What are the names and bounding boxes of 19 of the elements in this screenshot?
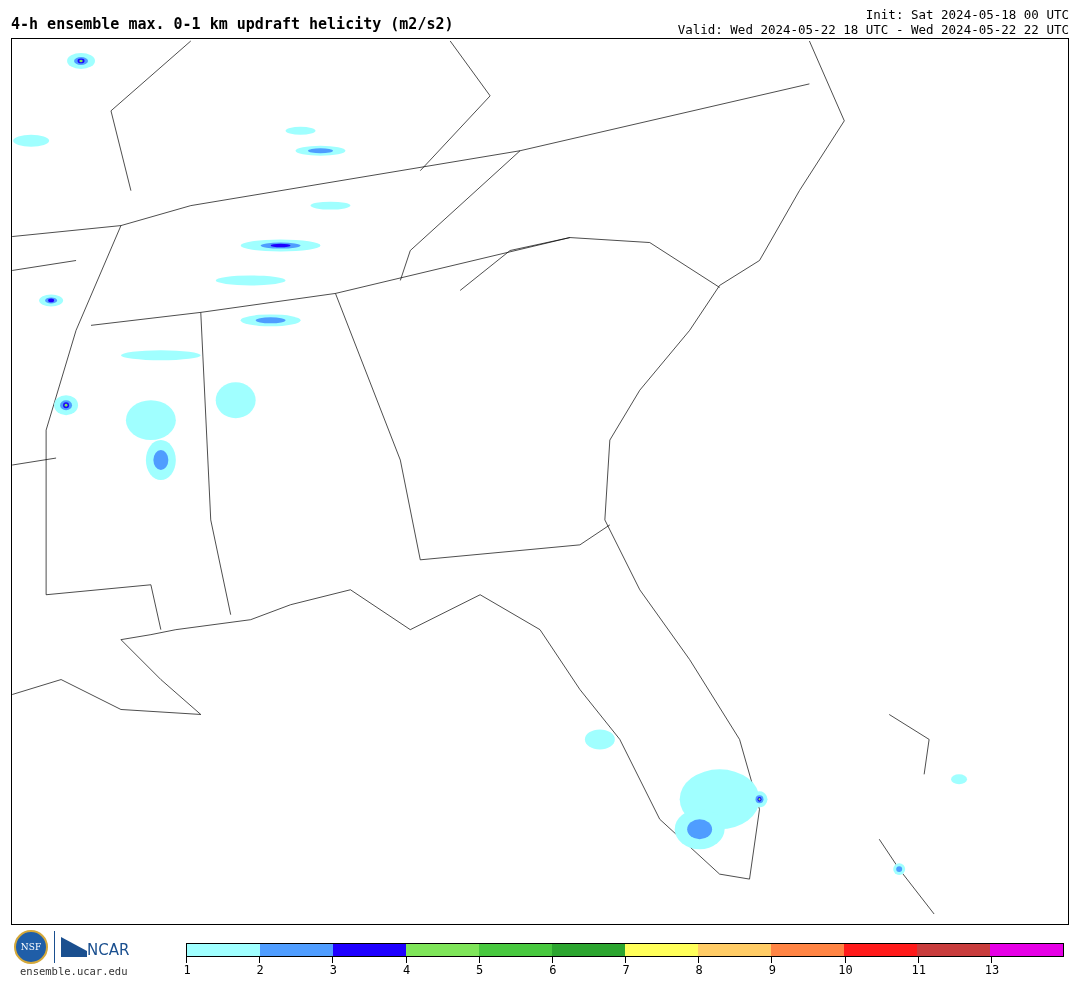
scale-tick-label: 4 xyxy=(402,963,411,977)
scale-tick-label: 8 xyxy=(695,963,703,977)
scale-tick-label: 10 xyxy=(838,963,853,977)
valid-time: Valid: Wed 2024-05-22 18 UTC - Wed 2024-05-22 22 UTC xyxy=(677,22,1069,37)
scale-tick-label: 7 xyxy=(622,963,630,977)
scale-tick-label: 5 xyxy=(476,963,484,977)
scale-tick-label: 6 xyxy=(549,963,557,977)
nsf-logo: NSF xyxy=(14,930,48,964)
scale-tick-label: 11 xyxy=(911,963,926,977)
ncar-logo: NCAR xyxy=(87,941,130,959)
ncar-swoosh-icon xyxy=(61,937,87,957)
scale-tick-label: 9 xyxy=(768,963,776,977)
scale-tick-label: 2 xyxy=(256,963,264,977)
chart-title: 4-h ensemble max. 0-1 km updraft helicity (m2/s2) xyxy=(11,15,454,35)
init-time: Init: Sat 2024-05-18 00 UTC xyxy=(864,7,1069,22)
scale-tick-label: 3 xyxy=(329,963,337,977)
scale-tick-label: 1 xyxy=(183,963,191,977)
website-url: ensemble.ucar.edu xyxy=(20,965,128,977)
scale-tick-label: 13 xyxy=(984,963,1000,977)
